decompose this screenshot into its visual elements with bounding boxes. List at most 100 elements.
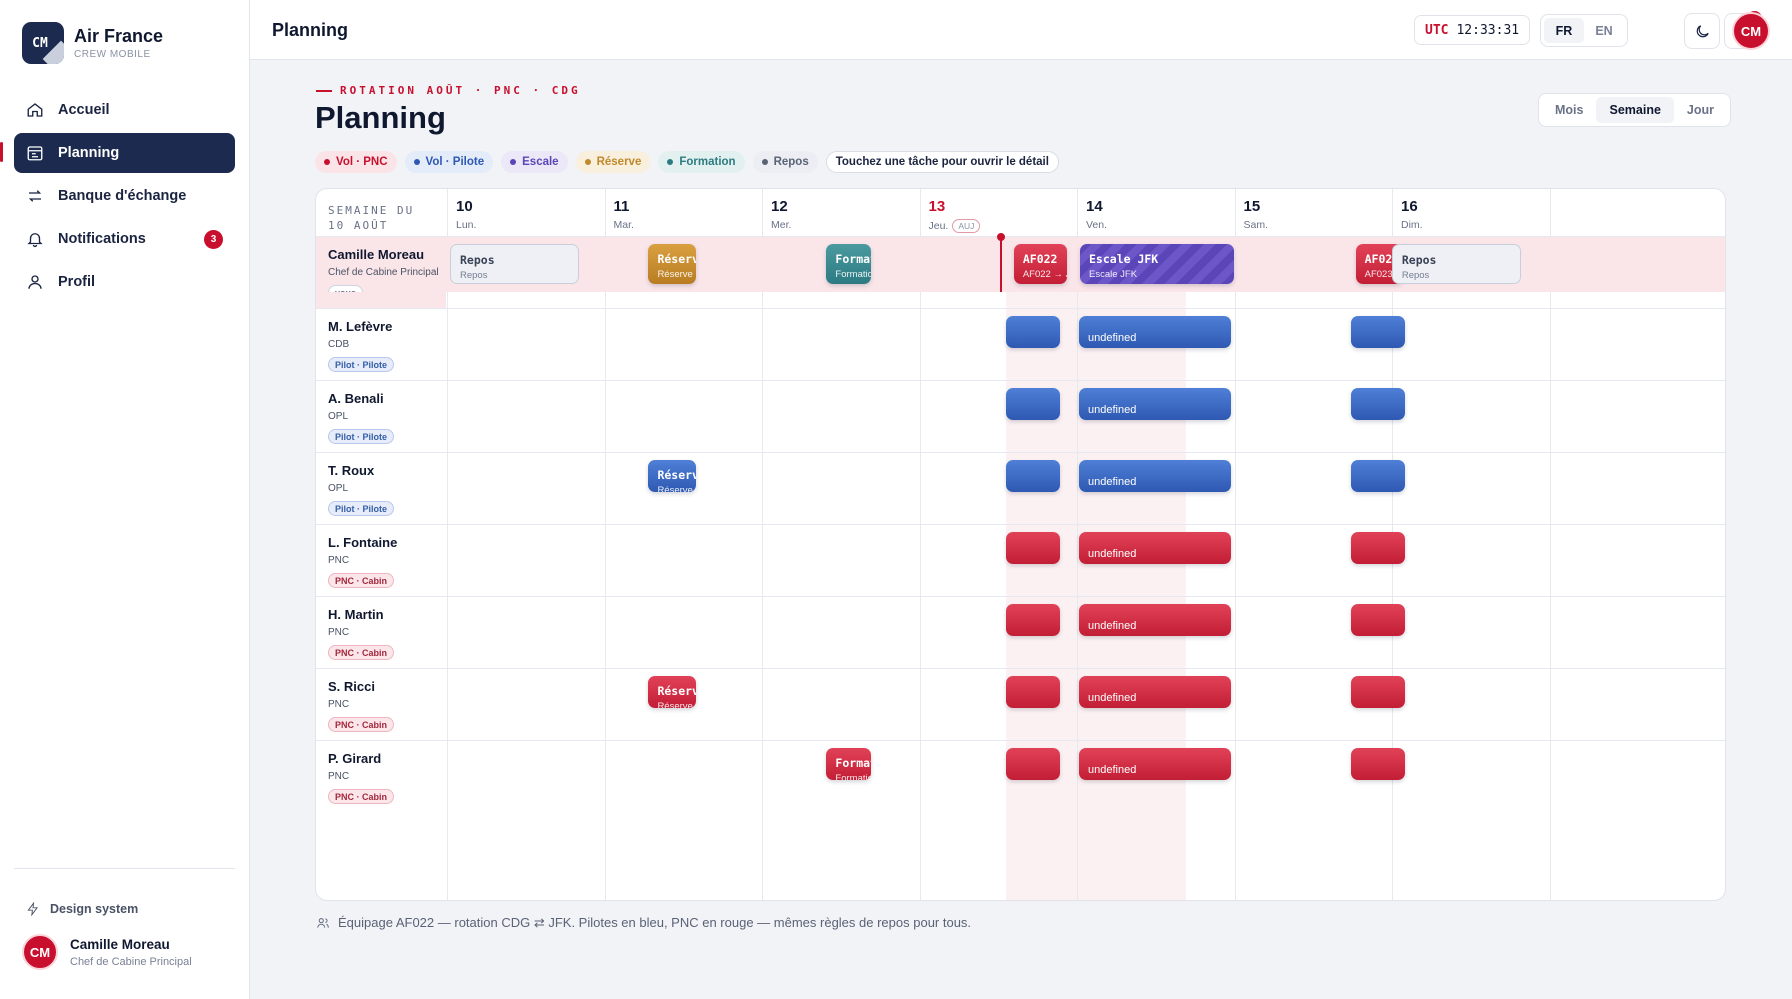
- crew-flight-block[interactable]: [1005, 748, 1060, 780]
- legend-label: Réserve: [596, 156, 642, 168]
- day-header[interactable]: 14 Ven.: [1086, 198, 1107, 231]
- crew-escale-block[interactable]: undefined: [1079, 316, 1231, 348]
- event-title: undefined: [1088, 692, 1137, 704]
- crew-flight-block[interactable]: [1350, 388, 1405, 420]
- utc-label: UTC: [1425, 22, 1449, 38]
- planning-event[interactable]: Repos Repos: [1391, 244, 1521, 284]
- brand-initials: CM: [32, 35, 48, 51]
- view-tab-jour[interactable]: Jour: [1674, 97, 1727, 123]
- crew-flight-block[interactable]: [1005, 316, 1060, 348]
- event-title: AF022: [1022, 252, 1058, 266]
- bolt-icon: [27, 902, 39, 916]
- day-header[interactable]: 12 Mer.: [771, 198, 791, 231]
- day-name-text: Mar.: [613, 219, 634, 231]
- legend-chip[interactable]: Repos: [752, 151, 818, 173]
- legend-dot: [761, 159, 768, 165]
- crew-flight-block[interactable]: [1005, 676, 1060, 708]
- crew-flight-block[interactable]: [1005, 388, 1060, 420]
- crew-flight-block[interactable]: [1350, 532, 1405, 564]
- sidebar-item-banque-d-change[interactable]: Banque d'échange: [14, 176, 235, 216]
- legend-label: Repos: [773, 156, 809, 168]
- crew-escale-block[interactable]: undefined: [1079, 604, 1231, 636]
- avatar: CM: [22, 934, 58, 970]
- crew-flight-block[interactable]: [1350, 676, 1405, 708]
- view-tab-semaine[interactable]: Semaine: [1596, 97, 1674, 123]
- day-header[interactable]: 11 Mar.: [614, 198, 634, 231]
- brand-subtitle: CREW MOBILE: [74, 49, 151, 60]
- crew-flight-block[interactable]: [1005, 532, 1060, 564]
- crew-flight-block[interactable]: [1350, 460, 1405, 492]
- day-header[interactable]: 16 Dim.: [1401, 198, 1423, 231]
- legend-chip[interactable]: Réserve: [575, 151, 651, 173]
- legend-chip[interactable]: Vol · Pilote: [404, 151, 494, 173]
- event-title: undefined: [1088, 332, 1137, 344]
- today-badge: AUJ: [952, 219, 981, 233]
- view-tab-mois[interactable]: Mois: [1542, 97, 1596, 123]
- crew-flight-block[interactable]: [1350, 748, 1405, 780]
- day-header[interactable]: 15 Sam.: [1244, 198, 1269, 231]
- legend-chip[interactable]: Vol · PNC: [315, 151, 397, 173]
- sidebar-item-label: Planning: [58, 145, 120, 161]
- main-nav: Accueil Planning Banque d'échange Notificat…: [14, 90, 235, 305]
- sidebar-item-planning[interactable]: Planning: [14, 133, 235, 173]
- crew-flight-block[interactable]: [1005, 460, 1060, 492]
- crew-escale-block[interactable]: undefined: [1079, 748, 1231, 780]
- theme-toggle-button[interactable]: [1684, 13, 1720, 49]
- lang-fr-button[interactable]: FR: [1544, 18, 1584, 43]
- current-time-dot: [996, 233, 1005, 241]
- day-name-text: Dim.: [1401, 219, 1423, 231]
- legend-chip[interactable]: Formation: [658, 151, 745, 173]
- utc-clock: UTC 12:33:31: [1414, 15, 1531, 45]
- lang-en-button[interactable]: EN: [1584, 18, 1624, 43]
- notification-badge: 3: [204, 229, 223, 249]
- planning-event[interactable]: Formation Formation: [826, 244, 871, 284]
- planning-event[interactable]: Réserve Réserve: [648, 676, 696, 708]
- event-title: undefined: [1088, 764, 1137, 776]
- crew-name: S. Ricci: [328, 679, 375, 694]
- day-number: 10: [456, 198, 473, 215]
- crew-role: PNC: [328, 699, 350, 710]
- active-nav-indicator: [0, 142, 3, 162]
- crew-name: Camille Moreau: [328, 247, 425, 262]
- home-icon: [27, 103, 43, 117]
- day-header[interactable]: 13 Jeu. AUJ: [929, 198, 981, 233]
- crew-flight-block[interactable]: [1350, 604, 1405, 636]
- crew-name: M. Lefèvre: [328, 319, 393, 334]
- user-card[interactable]: CM Camille Moreau Chef de Cabine Princip…: [22, 934, 192, 970]
- current-time-line: [999, 236, 1002, 292]
- crew-flight-block[interactable]: [1005, 604, 1060, 636]
- planning-event[interactable]: Réserve Réserve CDG: [648, 244, 696, 284]
- day-header[interactable]: 10 Lun.: [456, 198, 476, 231]
- planning-event[interactable]: Formation Formation: [826, 748, 871, 780]
- planning-event[interactable]: AF022 AF022 → JFK: [1013, 244, 1068, 284]
- event-subtitle: Repos: [1401, 270, 1430, 281]
- planning-event[interactable]: Réserve Réserve: [648, 460, 696, 492]
- sidebar-item-notifications[interactable]: Notifications 3: [14, 219, 235, 259]
- brand[interactable]: CM Air France CREW MOBILE: [22, 22, 163, 64]
- sidebar-item-profil[interactable]: Profil: [14, 262, 235, 302]
- sidebar-item-label: Accueil: [58, 102, 110, 118]
- event-title: Réserve: [657, 468, 695, 482]
- day-name: Mar.: [614, 219, 634, 231]
- legend-chip[interactable]: Escale: [501, 151, 568, 173]
- planning-event[interactable]: Repos Repos: [450, 244, 580, 284]
- crew-flight-block[interactable]: [1350, 316, 1405, 348]
- crew-escale-block[interactable]: undefined: [1079, 460, 1231, 492]
- legend-dot: [584, 159, 591, 165]
- legend-dot: [413, 159, 420, 165]
- crew-name: T. Roux: [328, 463, 375, 478]
- legend-dot: [510, 159, 517, 165]
- sidebar: CM Air France CREW MOBILE Accueil Plannin…: [0, 0, 250, 999]
- crew-tag: PNC · Cabin: [328, 717, 395, 732]
- design-system-link[interactable]: Design system: [26, 902, 138, 916]
- crew-escale-block[interactable]: undefined: [1079, 676, 1231, 708]
- event-subtitle: Réserve: [657, 485, 693, 492]
- planning-event[interactable]: Escale JFK Escale JFK: [1080, 244, 1235, 284]
- avatar[interactable]: CM: [1732, 12, 1770, 50]
- crew-role: CDB: [328, 339, 350, 350]
- page-title: Planning: [315, 100, 446, 135]
- sidebar-item-accueil[interactable]: Accueil: [14, 90, 235, 130]
- crew-escale-block[interactable]: undefined: [1079, 532, 1231, 564]
- crew-tag: PNC · Cabin: [328, 789, 395, 804]
- crew-escale-block[interactable]: undefined: [1079, 388, 1231, 420]
